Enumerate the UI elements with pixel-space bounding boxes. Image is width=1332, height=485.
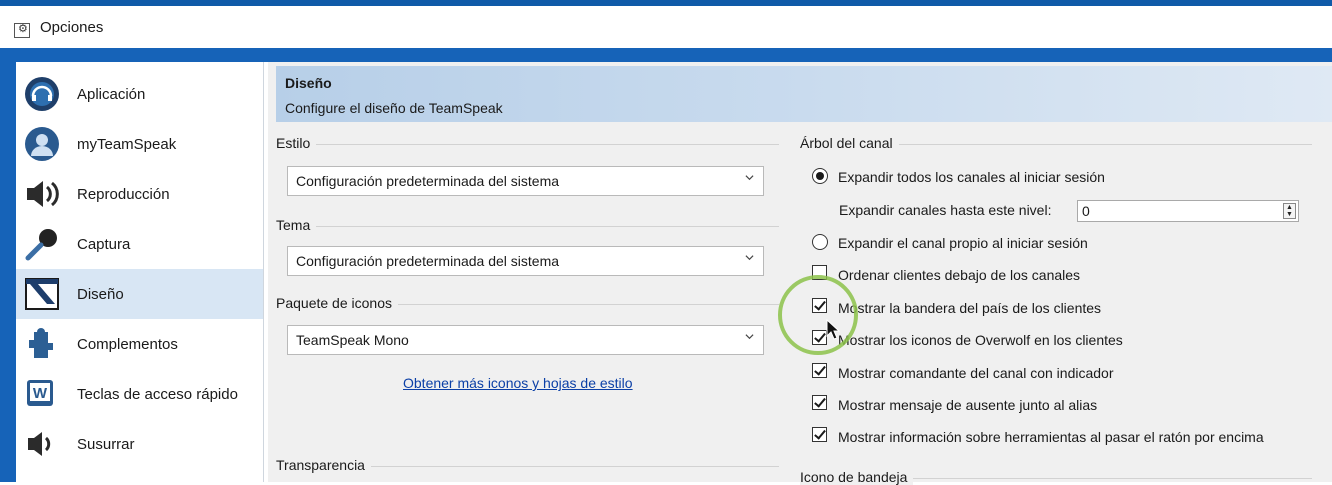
chevron-down-icon <box>745 334 754 340</box>
icon-pack-group: Paquete de iconos <box>276 295 779 311</box>
sidebar-item-myteamspeak[interactable]: myTeamSpeak <box>16 119 263 169</box>
svg-text:W: W <box>33 385 48 402</box>
sidebar-item-label: myTeamSpeak <box>77 135 177 153</box>
theme-select-value: Configuración predeterminada del sistema <box>296 253 560 269</box>
sidebar-item-label: Susurrar <box>77 435 135 453</box>
sidebar-item-complementos[interactable]: Complementos <box>16 319 263 369</box>
theme-select[interactable]: Configuración predeterminada del sistema <box>287 246 764 276</box>
sidebar-item-captura[interactable]: Captura <box>16 219 263 269</box>
chevron-down-icon <box>745 175 754 181</box>
sidebar-item-label: Complementos <box>77 335 178 353</box>
style-group: Estilo <box>276 135 779 151</box>
more-icons-link[interactable]: Obtener más iconos y hojas de estilo <box>403 375 633 391</box>
window-title: Opciones <box>40 19 104 36</box>
checkbox-label: Ordenar clientes debajo de los canales <box>838 267 1081 283</box>
checkbox-label: Mostrar mensaje de ausente junto al alia… <box>838 397 1098 413</box>
sidebar-item-label: Diseño <box>77 285 124 303</box>
sidebar-item-label: Teclas de acceso rápido <box>77 385 238 403</box>
transparency-group-label: Transparencia <box>276 457 371 473</box>
icon-pack-select[interactable]: TeamSpeak Mono <box>287 325 764 355</box>
icon-pack-group-label: Paquete de iconos <box>276 295 398 311</box>
page-title: Diseño <box>285 75 332 91</box>
window-frame <box>0 48 1332 62</box>
sidebar-item-aplicacion[interactable]: Aplicación <box>16 69 263 119</box>
user-icon <box>25 127 59 161</box>
style-group-label: Estilo <box>276 135 317 151</box>
expand-level-label: Expandir canales hasta este nivel: <box>839 202 1052 218</box>
channel-tree-group: Árbol del canal <box>800 135 1312 151</box>
checkbox[interactable] <box>812 427 827 442</box>
whisper-icon <box>28 432 51 456</box>
page-subtitle: Configure el diseño de TeamSpeak <box>285 100 503 116</box>
checkbox-label: Mostrar la bandera del país de los clien… <box>838 300 1102 316</box>
checkbox-label: Mostrar comandante del canal con indicad… <box>838 365 1114 381</box>
radio-button[interactable] <box>812 168 828 184</box>
checkbox[interactable] <box>812 363 827 378</box>
microphone-icon <box>25 229 57 261</box>
channel-tree-group-label: Árbol del canal <box>800 135 899 151</box>
checkbox-label: Mostrar los iconos de Overwolf en los cl… <box>838 332 1123 348</box>
checkbox-label: Mostrar información sobre herramientas a… <box>838 429 1264 445</box>
tray-icon-group: Icono de bandeja <box>800 469 1312 485</box>
expand-own-label: Expandir el canal propio al iniciar sesi… <box>838 235 1088 251</box>
speaker-icon <box>27 181 59 207</box>
headset-icon <box>25 77 59 111</box>
settings-window-icon <box>14 22 30 38</box>
theme-group-label: Tema <box>276 217 317 233</box>
window-frame-left <box>0 48 16 482</box>
sidebar-item-teclas[interactable]: W Teclas de acceso rápido <box>16 369 263 419</box>
sidebar: Aplicación myTeamSpeak Reproducción Capt… <box>16 62 264 482</box>
sidebar-item-label: Reproducción <box>77 185 170 203</box>
style-select[interactable]: Configuración predeterminada del sistema <box>287 166 764 196</box>
expand-all-label: Expandir todos los canales al iniciar se… <box>838 169 1105 185</box>
tray-icon-group-label: Icono de bandeja <box>800 469 914 485</box>
puzzle-icon <box>29 328 53 358</box>
chevron-down-icon <box>745 255 754 261</box>
transparency-group: Transparencia <box>276 457 779 473</box>
radio-button[interactable] <box>812 234 828 250</box>
style-select-value: Configuración predeterminada del sistema <box>296 173 560 189</box>
design-icon <box>25 278 59 310</box>
sidebar-item-label: Aplicación <box>77 85 146 103</box>
checkbox[interactable] <box>812 395 827 410</box>
sidebar-item-susurrar[interactable]: Susurrar <box>16 419 263 469</box>
icon-pack-select-value: TeamSpeak Mono <box>296 332 409 348</box>
spin-arrows-icon[interactable]: ▲ ▼ <box>1283 203 1296 219</box>
hotkeys-icon: W <box>27 380 53 406</box>
mouse-cursor-icon <box>826 319 841 340</box>
page-header: Diseño Configure el diseño de TeamSpeak <box>276 66 1332 122</box>
theme-group: Tema <box>276 217 779 233</box>
sidebar-item-diseno[interactable]: Diseño <box>16 269 263 319</box>
sidebar-item-label: Captura <box>77 235 131 253</box>
sidebar-item-reproduccion[interactable]: Reproducción <box>16 169 263 219</box>
expand-level-spinbox[interactable]: 0 ▲ ▼ <box>1077 200 1299 222</box>
highlight-circle <box>778 275 858 355</box>
title-bar: Opciones <box>0 6 1332 48</box>
expand-level-value: 0 <box>1082 203 1090 219</box>
